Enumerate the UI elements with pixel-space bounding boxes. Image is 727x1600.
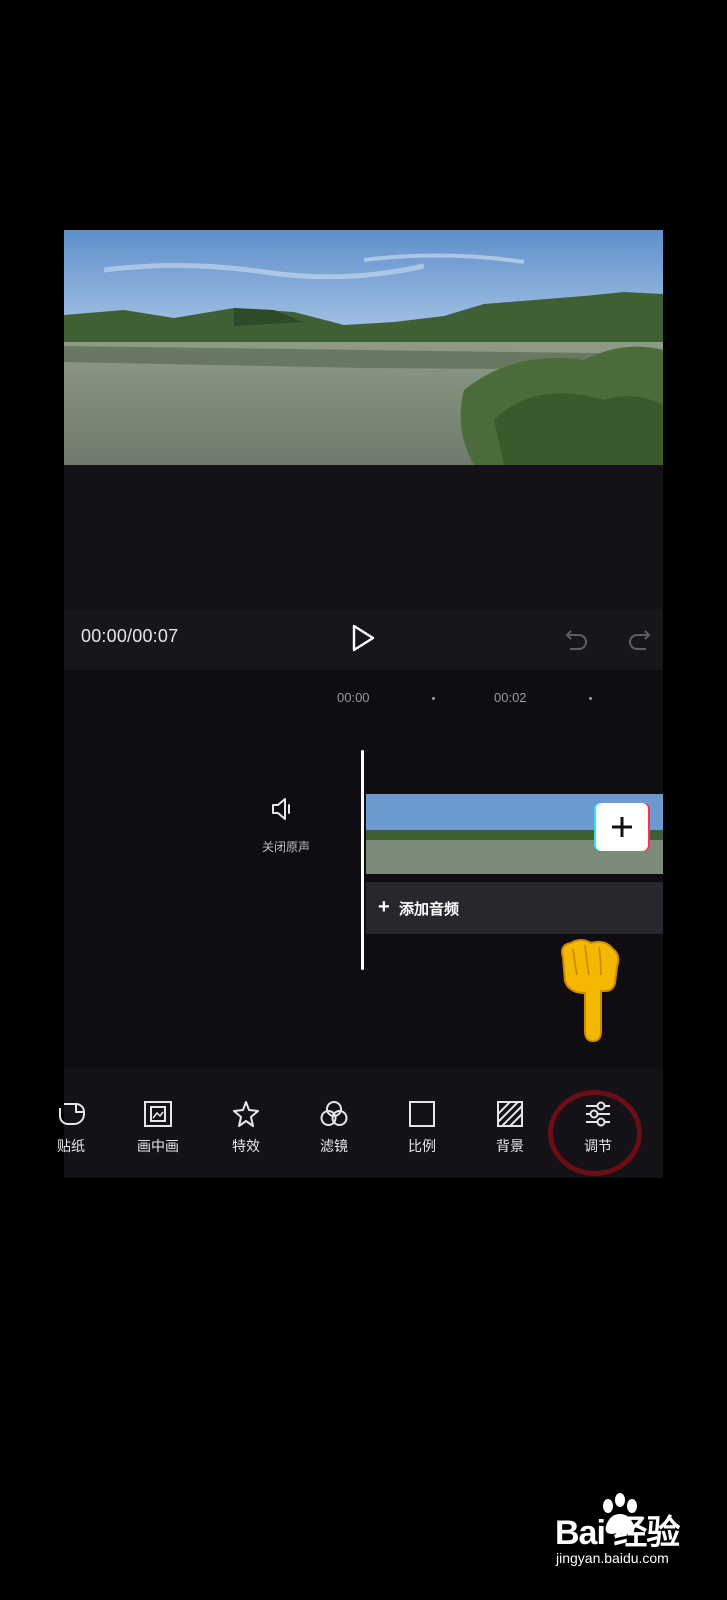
bottom-toolbar: 贴纸 画中画 特效 滤镜 比例 背景 调节 [57, 1068, 663, 1178]
plus-icon [612, 817, 632, 837]
clip-thumbnail [522, 794, 601, 874]
speaker-icon [272, 798, 290, 820]
tool-picture-in-picture[interactable]: 画中画 [123, 1100, 193, 1170]
watermark-url: jingyan.baidu.com [556, 1550, 669, 1566]
tool-label: 特效 [232, 1138, 260, 1154]
tool-label: 画中画 [137, 1138, 179, 1154]
tool-label: 比例 [408, 1138, 436, 1154]
tool-sticker[interactable]: 贴纸 [36, 1100, 106, 1170]
tool-ratio[interactable]: 比例 [387, 1100, 457, 1170]
tool-effects[interactable]: 特效 [211, 1100, 281, 1170]
tool-adjust[interactable]: 调节 [563, 1100, 633, 1170]
pointing-hand-icon [555, 935, 627, 1043]
adjust-sliders-icon [586, 1101, 610, 1127]
effects-star-icon [233, 1101, 259, 1127]
tool-background[interactable]: 背景 [475, 1100, 545, 1170]
landscape-preview-image [64, 230, 663, 465]
mute-original-audio-button[interactable] [269, 795, 299, 823]
playhead[interactable] [361, 750, 364, 970]
undo-icon [565, 630, 587, 650]
tool-label: 贴纸 [57, 1138, 85, 1154]
tool-filter[interactable]: 滤镜 [299, 1100, 369, 1170]
undo-button[interactable] [562, 624, 592, 654]
playback-time: 00:00/00:07 [81, 626, 179, 646]
video-preview[interactable] [64, 230, 663, 465]
add-clip-button[interactable] [596, 803, 648, 851]
redo-icon [629, 630, 651, 650]
redo-button[interactable] [624, 624, 654, 654]
playback-controls-bar: 00:00/00:07 [64, 610, 663, 670]
watermark-logo: Bai 经验 [555, 1514, 680, 1552]
sticker-icon [59, 1103, 85, 1125]
picture-in-picture-icon [144, 1101, 172, 1127]
clip-thumbnail [444, 794, 523, 874]
play-icon [352, 624, 375, 652]
ruler-dot [589, 697, 592, 700]
mute-original-audio-label: 关闭原声 [261, 840, 310, 854]
ruler-mark: 00:00 [337, 690, 370, 705]
tool-label: 背景 [496, 1138, 524, 1154]
play-button[interactable] [348, 622, 378, 654]
add-audio-plus-icon: + [378, 896, 390, 918]
add-audio-button[interactable]: + 添加音频 [366, 882, 663, 934]
tool-label: 调节 [584, 1138, 612, 1154]
clip-thumbnail [366, 794, 445, 874]
preview-padding-area [64, 465, 663, 610]
tool-label: 滤镜 [320, 1138, 348, 1154]
background-hatch-icon [497, 1101, 523, 1127]
ruler-mark: 00:02 [494, 690, 527, 705]
ruler-dot [432, 697, 435, 700]
add-audio-label: 添加音频 [399, 901, 460, 918]
filter-circles-icon [320, 1101, 348, 1126]
ratio-square-icon [409, 1101, 435, 1127]
